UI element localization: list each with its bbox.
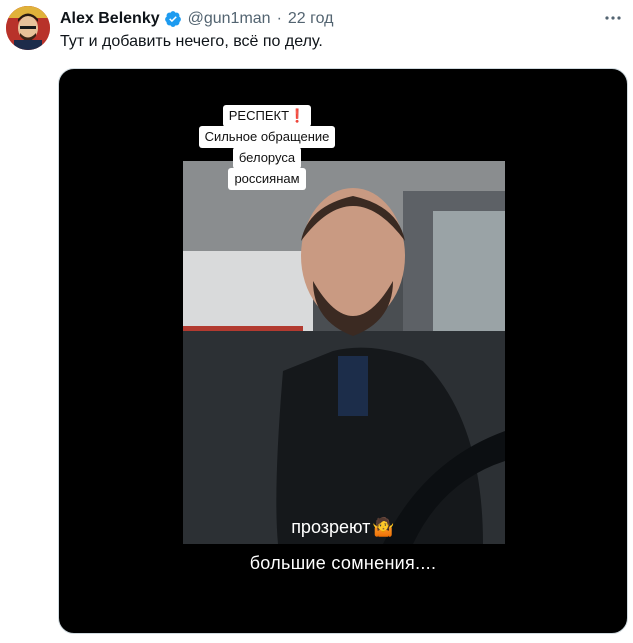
more-options-icon[interactable] xyxy=(603,8,623,28)
shrug-emoji-icon: 🤷 xyxy=(372,517,395,537)
user-handle[interactable]: @gun1man xyxy=(188,10,271,28)
video-subtitle-1-text: прозреют xyxy=(291,517,371,537)
tweet: Alex Belenky @gun1man · 22 год Тут и доб… xyxy=(0,0,633,643)
caption-line-1: РЕСПЕКТ❗ xyxy=(222,105,312,127)
avatar-image xyxy=(6,6,50,50)
caption-line-4: россиянам xyxy=(228,168,306,190)
tweet-header: Alex Belenky @gun1man · 22 год xyxy=(60,8,334,30)
caption-line-2: Сильное обращение xyxy=(198,126,336,148)
tweet-text: Тут и добавить нечего, всё по делу. xyxy=(60,33,323,50)
separator-dot: · xyxy=(276,10,282,27)
avatar[interactable] xyxy=(6,6,50,50)
display-name[interactable]: Alex Belenky xyxy=(60,10,160,28)
video-subtitle-2: большие сомнения.... xyxy=(249,553,437,573)
verified-badge-icon xyxy=(164,10,182,28)
video-frame-illustration xyxy=(183,161,505,544)
video-caption-top: РЕСПЕКТ❗ Сильное обращение белоруса росс… xyxy=(192,105,342,190)
video-frame xyxy=(183,161,505,544)
caption-line-3: белоруса xyxy=(232,147,302,169)
timestamp[interactable]: 22 год xyxy=(288,10,334,28)
video-subtitle-1: прозреют 🤷 xyxy=(59,517,627,538)
video-media[interactable]: РЕСПЕКТ❗ Сильное обращение белоруса росс… xyxy=(58,68,628,634)
caption-line-1-text: РЕСПЕКТ xyxy=(228,108,290,123)
exclamation-icon: ❗ xyxy=(289,108,306,123)
